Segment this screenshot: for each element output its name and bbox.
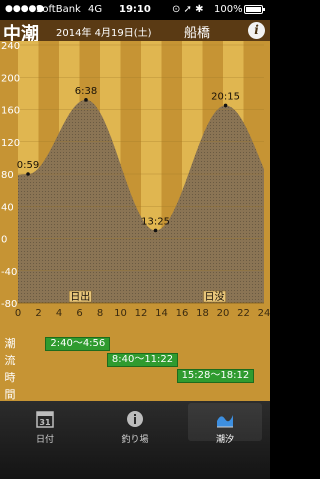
tab-label: 釣り場 xyxy=(121,435,149,445)
network-type: 4G xyxy=(88,4,103,15)
x-tick-label: 6 xyxy=(76,308,82,319)
x-tick-label: 16 xyxy=(176,308,189,319)
info-icon xyxy=(127,411,143,427)
extremum-dot xyxy=(223,103,228,108)
tab-label: 日付 xyxy=(35,435,54,445)
tab-tide[interactable]: 潮汐 xyxy=(180,401,270,479)
x-tick-label: 2 xyxy=(35,308,41,319)
tidal-flow-header-4: 間 xyxy=(4,388,16,401)
extremum-time-label: 13:25 xyxy=(141,216,170,227)
x-tick-label: 12 xyxy=(135,308,148,319)
tidal-flow-header-1: 潮 xyxy=(4,337,16,350)
tidal-flow-period: 2:40〜4:56 xyxy=(45,337,111,351)
extremum-dot xyxy=(153,228,158,233)
tide-chart-svg: 24020016012080400-40-80 0:596:3813:2520:… xyxy=(1,41,270,319)
x-tick-label: 18 xyxy=(196,308,209,319)
battery-percent: 100% xyxy=(214,4,243,15)
extremum-time-label: 0:59 xyxy=(17,160,39,171)
tide-chart-icon xyxy=(217,415,233,428)
x-tick-label: 4 xyxy=(56,308,62,319)
extremum-dot xyxy=(84,98,88,102)
y-tick-label: 0 xyxy=(1,235,7,246)
x-tick-label: 24 xyxy=(258,308,270,319)
y-tick-label: 200 xyxy=(1,73,20,84)
x-tick-label: 14 xyxy=(155,308,168,319)
y-tick-label: 80 xyxy=(1,170,14,181)
extremum-dot xyxy=(26,172,30,176)
y-tick-label: -40 xyxy=(1,267,17,278)
status-time: 19:10 xyxy=(119,4,151,15)
extremum-time-label: 6:38 xyxy=(75,86,97,97)
x-tick-label: 20 xyxy=(217,308,230,319)
tidal-flow-header-2: 流 xyxy=(4,354,16,367)
x-tick-label: 10 xyxy=(114,308,127,319)
calendar-icon: 31 xyxy=(36,411,54,428)
header-bar: 中潮 2014年 4月19日(土) 船橋 i xyxy=(0,20,270,45)
carrier-name: SoftBank xyxy=(36,4,81,15)
place-name: 船橋 xyxy=(184,26,211,41)
tidal-flow-period: 15:28〜18:12 xyxy=(176,369,255,383)
battery-icon xyxy=(244,5,265,14)
info-button[interactable]: i xyxy=(248,22,265,39)
x-tick-label: 22 xyxy=(237,308,250,319)
tab-bar: 31 日付 釣り場 潮汐 xyxy=(0,401,270,479)
tidal-flow-period: 8:40〜11:22 xyxy=(106,353,179,367)
x-tick-label: 0 xyxy=(15,308,21,319)
date-label: 2014年 4月19日(土) xyxy=(56,28,152,39)
tab-label: 潮汐 xyxy=(215,435,234,445)
x-tick-label: 8 xyxy=(97,308,103,319)
extremum-time-label: 20:15 xyxy=(211,91,240,102)
tab-fishing-spot[interactable]: 釣り場 xyxy=(90,401,180,479)
status-icons: ⊙ ➚ ✱ xyxy=(172,4,204,15)
tab-date[interactable]: 31 日付 xyxy=(0,401,90,479)
tide-chart: 240 200 160 120 80 40 0 -40 -80 0:59 6:38 13:25 20:… xyxy=(0,41,270,401)
sunset-label: 日没 xyxy=(205,291,225,303)
sunrise-label: 日出 xyxy=(70,290,90,303)
y-tick-label: 120 xyxy=(1,138,20,149)
tidal-flow-header-3: 時 xyxy=(4,371,16,384)
y-tick-label: 160 xyxy=(1,106,20,117)
status-bar: ●●●●● SoftBank 4G 19:10 ⊙ ➚ ✱ 100% xyxy=(0,0,270,20)
svg-text:31: 31 xyxy=(39,418,51,427)
y-tick-label: 40 xyxy=(1,202,14,213)
y-tick-label: 240 xyxy=(1,41,20,52)
